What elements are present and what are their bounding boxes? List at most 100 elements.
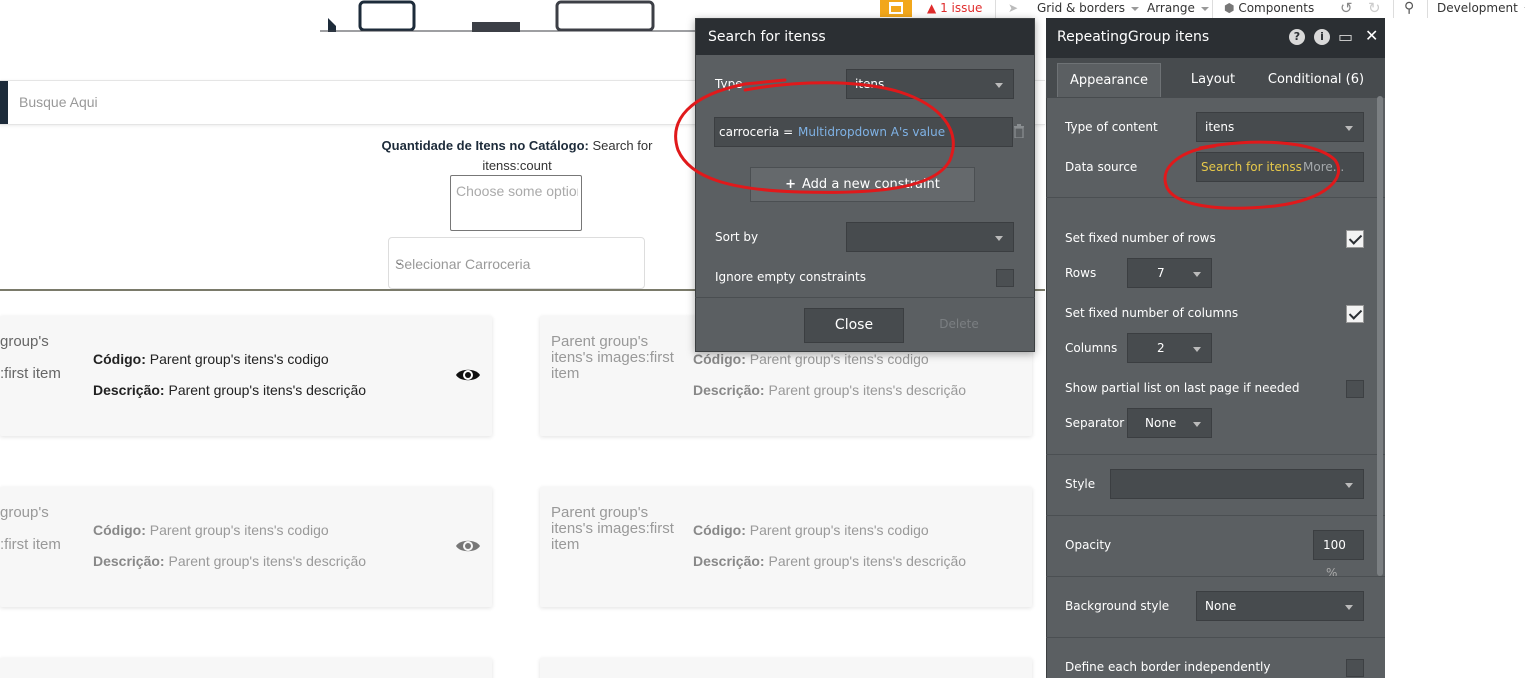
multidropdown-placeholder: Choose some options bbox=[456, 183, 578, 199]
item-card[interactable]: group's:first item Código: Parent group'… bbox=[0, 487, 492, 607]
popup-footer-divider bbox=[695, 297, 1035, 298]
descricao-label: Descrição: bbox=[93, 382, 165, 398]
eye-icon[interactable] bbox=[455, 537, 481, 555]
search-popup-title: Search for itenss bbox=[696, 19, 1034, 55]
type-dropdown[interactable]: itens bbox=[846, 69, 1014, 99]
descricao-value: Parent group's itens's descrição bbox=[168, 382, 367, 398]
tab-layout[interactable]: Layout bbox=[1176, 63, 1250, 97]
add-constraint-button[interactable]: + Add a new constraint bbox=[750, 167, 975, 202]
item-count-label: Quantidade de Itens no Catálogo: bbox=[381, 138, 589, 153]
multidropdown[interactable]: Choose some options bbox=[450, 175, 582, 231]
development-menu[interactable]: Development bbox=[1437, 0, 1525, 16]
card-codigo: Código: Parent group's itens's codigo bbox=[693, 522, 929, 538]
comment-icon[interactable]: ▭ bbox=[1338, 27, 1353, 46]
item-card[interactable]: Parent group's itens's images:first item… bbox=[540, 487, 1032, 607]
arrange-menu[interactable]: Arrange bbox=[1147, 0, 1209, 16]
search-input[interactable]: Busque Aqui bbox=[19, 94, 98, 110]
grid-borders-menu[interactable]: Grid & borders bbox=[1037, 0, 1140, 16]
issues-label: 1 issue bbox=[940, 1, 983, 15]
separator-dropdown[interactable]: None bbox=[1127, 408, 1212, 438]
codigo-value: Parent group's itens's codigo bbox=[749, 522, 929, 538]
gift-icon[interactable] bbox=[880, 0, 912, 17]
toolbar-divider bbox=[1393, 0, 1394, 18]
eye-icon[interactable] bbox=[455, 366, 481, 384]
opacity-unit: % bbox=[1326, 566, 1338, 580]
cube-icon: ⬢ bbox=[1224, 1, 1235, 15]
components-menu[interactable]: ⬢ Components bbox=[1224, 0, 1314, 16]
chevron-down-icon bbox=[1345, 605, 1353, 610]
separator-label: Separator bbox=[1065, 416, 1125, 430]
section-divider bbox=[1046, 197, 1385, 198]
close-button[interactable]: Close bbox=[804, 308, 904, 343]
style-dropdown[interactable] bbox=[1110, 469, 1364, 499]
descricao-value: Parent group's itens's descrição bbox=[168, 553, 367, 569]
toolbar-divider bbox=[1212, 0, 1213, 18]
page-header-graphics bbox=[320, 0, 700, 32]
close-icon[interactable]: ✕ bbox=[1365, 26, 1378, 45]
card-descricao: Descrição: Parent group's itens's descri… bbox=[93, 382, 366, 398]
opacity-input[interactable]: 100 % bbox=[1313, 530, 1364, 580]
toolbar-divider bbox=[995, 0, 996, 18]
data-source-label: Data source bbox=[1065, 160, 1138, 174]
bg-style-label: Background style bbox=[1065, 599, 1170, 613]
item-card[interactable]: group's:first item Código: Parent group'… bbox=[0, 316, 492, 436]
fixed-cols-checkbox[interactable] bbox=[1346, 305, 1364, 323]
partial-list-label: Show partial list on last page if needed bbox=[1065, 381, 1300, 395]
toolbar-divider bbox=[1427, 0, 1428, 18]
style-label: Style bbox=[1065, 477, 1096, 491]
add-constraint-label: Add a new constraint bbox=[802, 177, 940, 192]
search-icon[interactable]: ⚲ bbox=[1404, 0, 1414, 16]
redo-icon[interactable]: ↻ bbox=[1368, 0, 1381, 16]
card-image-alt: group's:first item bbox=[0, 333, 61, 382]
plus-icon: + bbox=[785, 177, 797, 192]
delete-button[interactable]: Delete bbox=[924, 308, 994, 343]
codigo-label: Código: bbox=[93, 351, 146, 367]
trash-icon[interactable] bbox=[1013, 124, 1025, 138]
constraint-key[interactable]: carroceria = bbox=[719, 125, 793, 139]
sort-by-label: Sort by bbox=[715, 230, 759, 244]
fixed-rows-label: Set fixed number of rows bbox=[1065, 231, 1216, 245]
undo-icon[interactable]: ↺ bbox=[1340, 0, 1353, 16]
item-card[interactable] bbox=[540, 658, 1032, 678]
columns-label: Columns bbox=[1065, 341, 1118, 355]
fixed-cols-label: Set fixed number of columns bbox=[1065, 306, 1239, 320]
descricao-value: Parent group's itens's descrição bbox=[768, 553, 967, 569]
constraint-value[interactable]: Multidropdown A's value bbox=[798, 125, 945, 139]
type-of-content-dropdown[interactable]: itens bbox=[1196, 112, 1364, 142]
border-independent-checkbox[interactable] bbox=[1346, 659, 1364, 677]
issues-indicator[interactable]: ▲ 1 issue bbox=[927, 0, 982, 16]
ignore-empty-checkbox[interactable] bbox=[996, 269, 1014, 287]
fixed-rows-checkbox[interactable] bbox=[1346, 230, 1364, 248]
type-label: Type bbox=[715, 77, 743, 91]
descricao-label: Descrição: bbox=[693, 382, 765, 398]
chevron-down-icon bbox=[1131, 6, 1140, 11]
panel-scrollbar[interactable] bbox=[1377, 96, 1383, 576]
section-divider bbox=[1046, 454, 1385, 455]
card-codigo: Código: Parent group's itens's codigo bbox=[93, 351, 329, 367]
rows-dropdown[interactable]: 7 bbox=[1127, 258, 1212, 288]
card-descricao: Descrição: Parent group's itens's descri… bbox=[93, 553, 366, 569]
constraint-row[interactable]: carroceria = Multidropdown A's value bbox=[714, 117, 1013, 147]
partial-list-checkbox[interactable] bbox=[1346, 380, 1364, 398]
opacity-value: 100 bbox=[1323, 538, 1346, 552]
separator-value: None bbox=[1145, 416, 1177, 430]
info-icon[interactable]: i bbox=[1314, 29, 1330, 45]
chevron-down-icon bbox=[995, 83, 1003, 88]
carroceria-select[interactable]: Selecionar Carroceria ⌄ bbox=[388, 237, 645, 289]
section-divider bbox=[1046, 515, 1385, 516]
help-icon[interactable]: ? bbox=[1289, 29, 1305, 45]
data-source-value[interactable]: Search for itenss bbox=[1201, 160, 1302, 174]
item-card[interactable] bbox=[0, 658, 492, 678]
data-source-field[interactable]: Search for itenss More... bbox=[1196, 152, 1364, 182]
cursor-icon[interactable]: ➤ bbox=[1008, 0, 1018, 16]
columns-dropdown[interactable]: 2 bbox=[1127, 333, 1212, 363]
sort-by-dropdown[interactable] bbox=[846, 222, 1014, 252]
search-bar-accent bbox=[0, 81, 8, 124]
bg-style-dropdown[interactable]: None bbox=[1196, 591, 1364, 621]
item-count-text: Quantidade de Itens no Catálogo: Search … bbox=[372, 136, 662, 176]
tab-conditional[interactable]: Conditional (6) bbox=[1266, 63, 1366, 97]
data-source-more[interactable]: More... bbox=[1303, 160, 1344, 174]
header-shape bbox=[328, 18, 336, 32]
tab-appearance[interactable]: Appearance bbox=[1057, 63, 1161, 97]
section-divider bbox=[1046, 576, 1385, 577]
